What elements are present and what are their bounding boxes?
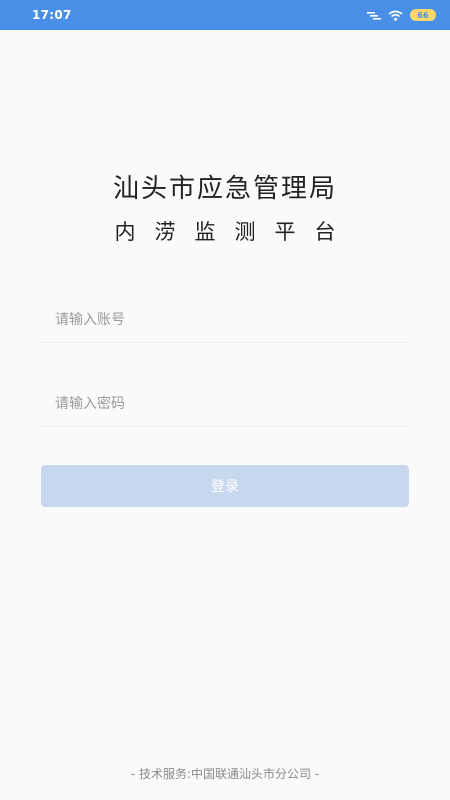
wifi-icon (388, 10, 403, 21)
footer-credit: - 技术服务:中国联通汕头市分公司 - (130, 767, 320, 781)
page-title: 汕头市应急管理局 (112, 174, 337, 204)
status-bar: 17:07 66 (0, 0, 450, 30)
signal-icon (367, 10, 381, 20)
password-input[interactable] (41, 382, 409, 426)
battery-icon: 66 (410, 9, 436, 21)
account-field[interactable] (41, 298, 409, 343)
battery-level: 66 (417, 10, 429, 20)
login-button-label: 登录 (211, 479, 239, 495)
status-time: 17:07 (32, 8, 72, 22)
page-subtitle: 内涝监测平台 (114, 220, 355, 244)
login-button[interactable]: 登录 (41, 465, 409, 507)
account-input[interactable] (41, 298, 409, 342)
password-field[interactable] (41, 382, 409, 427)
status-icons: 66 (367, 9, 436, 21)
